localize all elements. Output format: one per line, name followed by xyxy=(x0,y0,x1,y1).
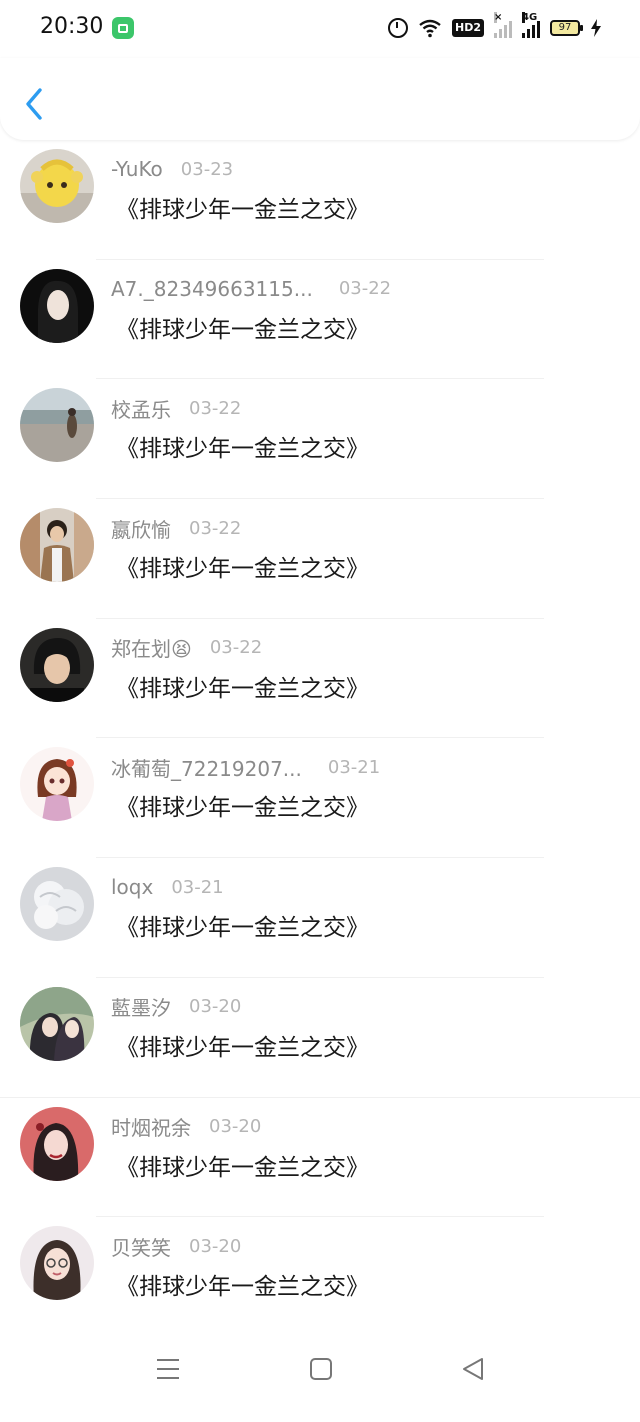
comment-date: 03-21 xyxy=(327,756,381,778)
avatar[interactable] xyxy=(20,1226,94,1301)
signal-sim1-icon: × xyxy=(494,12,512,38)
comment-text: 《排球少年一金兰之交》 xyxy=(116,675,369,702)
comment-text: 《排球少年一金兰之交》 xyxy=(116,316,369,343)
comment-meta: 冰葡萄_72219207... 03-21 xyxy=(111,753,381,782)
comment-meta: 贝笑笑 03-20 xyxy=(111,1232,242,1261)
home-square-icon[interactable] xyxy=(306,1354,336,1384)
username[interactable]: -YuKo xyxy=(111,157,163,181)
comment-row[interactable]: 贝笑笑 03-20 《排球少年一金兰之交》 xyxy=(0,1217,640,1337)
comment-list: -YuKo 03-23 《排球少年一金兰之交》 A7._82349663115.… xyxy=(0,140,640,1337)
comment-date: 03-20 xyxy=(209,1116,262,1137)
status-time: 20:30 xyxy=(40,14,104,39)
username[interactable]: 嬴欣愉 xyxy=(111,514,171,543)
comment-date: 03-20 xyxy=(189,996,242,1018)
comment-meta: loqx 03-21 xyxy=(111,875,224,899)
username[interactable]: 郑在划😫 xyxy=(111,633,192,662)
comment-meta: 校孟乐 03-22 xyxy=(111,394,242,423)
comment-text: 《排球少年一金兰之交》 xyxy=(116,436,369,463)
comment-meta: 时烟祝余 03-20 xyxy=(111,1112,262,1141)
comment-meta: 嬴欣愉 03-22 xyxy=(111,514,242,543)
comment-text: 《排球少年一金兰之交》 xyxy=(116,1034,369,1061)
comment-text: 《排球少年一金兰之交》 xyxy=(116,1154,369,1181)
comment-row[interactable]: 嬴欣愉 03-22 《排球少年一金兰之交》 xyxy=(0,499,640,619)
comment-text: 《排球少年一金兰之交》 xyxy=(116,795,369,822)
comment-meta: A7._82349663115... 03-22 xyxy=(111,277,391,301)
username[interactable]: loqx xyxy=(111,875,153,899)
username[interactable]: 校孟乐 xyxy=(111,394,171,423)
comment-row[interactable]: loqx 03-21 《排球少年一金兰之交》 xyxy=(0,858,640,978)
comment-row[interactable]: 时烟祝余 03-20 《排球少年一金兰之交》 xyxy=(0,1098,640,1218)
status-icons: HD2 × 4G 97 xyxy=(388,12,602,42)
comment-text: 《排球少年一金兰之交》 xyxy=(116,1274,369,1301)
status-bar: 20:30 HD2 × 4G 97 xyxy=(0,0,640,58)
chevron-left-icon[interactable] xyxy=(22,86,46,122)
hd-voice-badge: HD2 xyxy=(452,19,484,37)
comment-meta: 藍墨汐 03-20 xyxy=(111,992,242,1021)
comment-date: 03-20 xyxy=(189,1235,242,1257)
charging-bolt-icon xyxy=(591,19,601,37)
alarm-icon xyxy=(388,18,408,38)
top-nav-bar xyxy=(0,58,640,140)
comment-text: 《排球少年一金兰之交》 xyxy=(116,556,369,583)
avatar[interactable] xyxy=(20,1106,94,1181)
username[interactable]: 时烟祝余 xyxy=(111,1112,191,1141)
comment-date: 03-22 xyxy=(338,278,392,300)
avatar[interactable] xyxy=(20,149,94,223)
comment-date: 03-21 xyxy=(171,876,224,898)
comment-row[interactable]: A7._82349663115... 03-22 《排球少年一金兰之交》 xyxy=(0,260,640,380)
comment-date: 03-22 xyxy=(189,397,242,419)
avatar[interactable] xyxy=(20,388,94,463)
comment-row[interactable]: 校孟乐 03-22 《排球少年一金兰之交》 xyxy=(0,379,640,500)
comment-row[interactable]: 郑在划😫 03-22 《排球少年一金兰之交》 xyxy=(0,619,640,739)
avatar[interactable] xyxy=(20,747,94,822)
avatar[interactable] xyxy=(20,986,94,1061)
comment-row[interactable]: 藍墨汐 03-20 《排球少年一金兰之交》 xyxy=(0,978,640,1098)
battery-level: 97 xyxy=(558,22,572,33)
avatar[interactable] xyxy=(20,627,94,702)
comment-date: 03-23 xyxy=(180,158,234,180)
comment-text: 《排球少年一金兰之交》 xyxy=(116,197,369,223)
username[interactable]: A7._82349663115... xyxy=(111,277,313,301)
username[interactable]: 贝笑笑 xyxy=(111,1232,171,1261)
system-nav-bar xyxy=(0,1326,640,1422)
avatar[interactable] xyxy=(20,867,94,942)
menu-icon[interactable] xyxy=(153,1354,183,1384)
comment-row[interactable]: -YuKo 03-23 《排球少年一金兰之交》 xyxy=(0,140,640,260)
comment-meta: 郑在划😫 03-22 xyxy=(111,633,263,662)
battery-icon: 97 xyxy=(550,20,583,36)
comment-meta: -YuKo 03-23 xyxy=(111,157,233,181)
comment-row[interactable]: 冰葡萄_72219207... 03-21 《排球少年一金兰之交》 xyxy=(0,738,640,859)
avatar[interactable] xyxy=(20,508,94,583)
app-notification-icon xyxy=(112,17,134,39)
back-triangle-icon[interactable] xyxy=(458,1354,488,1384)
avatar[interactable] xyxy=(20,268,94,343)
signal-sim2-icon: 4G xyxy=(522,12,540,38)
username[interactable]: 藍墨汐 xyxy=(111,992,171,1021)
comment-date: 03-22 xyxy=(209,637,263,659)
username[interactable]: 冰葡萄_72219207... xyxy=(111,753,302,782)
comment-date: 03-22 xyxy=(189,517,242,539)
wifi-icon xyxy=(419,19,441,38)
comment-text: 《排球少年一金兰之交》 xyxy=(116,915,369,942)
